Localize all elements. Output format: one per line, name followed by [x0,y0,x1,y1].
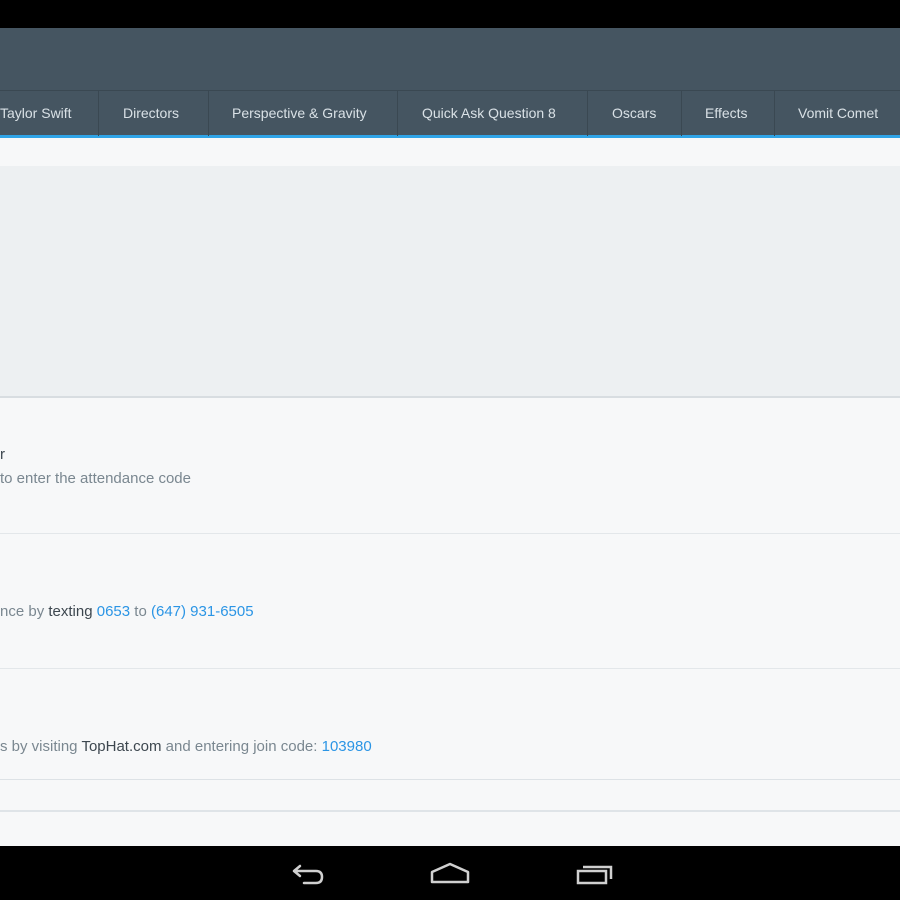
attendance-title: r [0,446,5,463]
tab-effects[interactable]: Effects [705,91,748,136]
join-instruction: s by visiting TopHat.com and entering jo… [0,738,372,755]
texting-verb: texting [48,603,93,620]
texting-card: nce by texting 0653 to (647) 931-6505 [0,535,900,669]
join-card: s by visiting TopHat.com and entering jo… [0,670,900,780]
join-middle: and entering join code: [161,738,322,755]
status-bar [0,0,900,28]
tab-divider [98,91,99,136]
app-header [0,28,900,90]
system-navigation-bar [0,846,900,900]
tab-divider [681,91,682,136]
tab-divider [397,91,398,136]
tab-divider [774,91,775,136]
tab-quick-ask-question-8[interactable]: Quick Ask Question 8 [422,91,556,136]
tab-oscars[interactable]: Oscars [612,91,656,136]
main-content: r to enter the attendance code nce by te… [0,138,900,846]
tab-bar: Taylor Swift Directors Perspective & Gra… [0,90,900,138]
join-prefix: s by visiting [0,738,82,755]
phone-number-link[interactable]: (647) 931-6505 [151,603,254,620]
texting-prefix: nce by [0,603,49,620]
attendance-card: r to enter the attendance code [0,400,900,534]
recent-apps-icon[interactable] [570,858,620,888]
tab-perspective-gravity[interactable]: Perspective & Gravity [232,91,367,136]
texting-instruction: nce by texting 0653 to (647) 931-6505 [0,603,254,620]
texting-to: to [130,603,151,620]
texting-code-link[interactable]: 0653 [97,603,130,620]
footer-divider [0,810,900,812]
tab-taylor-swift[interactable]: Taylor Swift [0,91,72,136]
join-code-link[interactable]: 103980 [322,738,372,755]
home-icon[interactable] [425,858,475,888]
attendance-instruction: to enter the attendance code [0,470,191,487]
course-panel [0,166,900,398]
content-top-strip [0,138,900,166]
tab-vomit-comet[interactable]: Vomit Comet [798,91,878,136]
tab-directors[interactable]: Directors [123,91,179,136]
tophat-site-link[interactable]: TopHat.com [81,738,161,755]
tab-divider [587,91,588,136]
tab-divider [208,91,209,136]
back-icon[interactable] [282,858,332,888]
